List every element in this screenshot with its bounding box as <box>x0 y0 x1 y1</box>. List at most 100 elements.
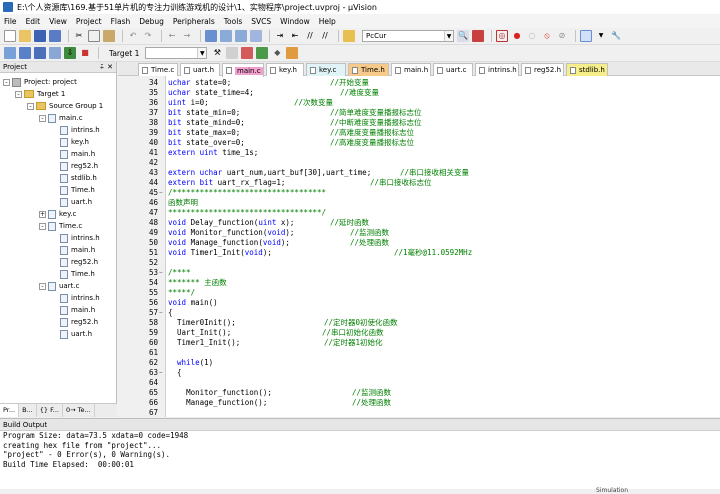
paste-icon[interactable] <box>103 30 115 42</box>
find-combo[interactable]: PcCur ▼ <box>362 30 454 42</box>
fold-toggle-icon[interactable]: − <box>159 368 165 378</box>
tree-item[interactable]: reg52.h <box>51 160 98 172</box>
menu-item-tools[interactable]: Tools <box>224 17 242 26</box>
editor-tab[interactable]: Time.c <box>138 63 178 76</box>
tree-item[interactable]: main.h <box>51 148 95 160</box>
rebuild-icon[interactable] <box>34 47 46 59</box>
menu-item-peripherals[interactable]: Peripherals <box>173 17 215 26</box>
menu-item-file[interactable]: File <box>4 17 17 26</box>
collapse-icon[interactable]: - <box>3 78 10 86</box>
collapse-icon[interactable]: - <box>39 282 46 290</box>
fold-toggle-icon[interactable]: − <box>159 308 165 318</box>
editor-tab[interactable]: stdlib.h <box>566 63 608 76</box>
code-area[interactable]: 34 uchar state=0; //开始变量 35 uchar state_time… <box>118 76 720 417</box>
menu-item-flash[interactable]: Flash <box>111 17 131 26</box>
bookmark-icon[interactable] <box>205 30 217 42</box>
nav-forward-icon[interactable]: → <box>181 30 193 42</box>
menu-item-debug[interactable]: Debug <box>139 17 164 26</box>
editor-tab[interactable]: uart.c <box>433 63 473 76</box>
collapse-icon[interactable]: - <box>15 90 22 98</box>
tree-item[interactable]: - main.c <box>39 112 83 124</box>
copy-icon[interactable] <box>88 30 100 42</box>
expand-icon[interactable]: + <box>39 210 46 218</box>
manage-components-icon[interactable] <box>241 47 254 59</box>
chevron-down-icon[interactable]: ▼ <box>595 30 607 42</box>
menu-item-project[interactable]: Project <box>76 17 102 26</box>
undo-icon[interactable]: ↶ <box>127 30 139 42</box>
cut-icon[interactable]: ✂ <box>73 30 85 42</box>
batch-build-icon[interactable] <box>49 47 61 59</box>
tree-item[interactable]: intrins.h <box>51 232 100 244</box>
breakpoint-clear-icon[interactable]: ⊘ <box>556 30 568 42</box>
menu-item-edit[interactable]: Edit <box>26 17 41 26</box>
bookmark-prev-icon[interactable] <box>220 30 232 42</box>
open-folder-icon[interactable] <box>19 30 31 42</box>
breakpoint-disable-icon[interactable]: ○ <box>526 30 538 42</box>
unindent-icon[interactable]: ⇤ <box>289 30 301 42</box>
tree-item[interactable]: stdlib.h <box>51 172 97 184</box>
window-layout-icon[interactable] <box>580 30 592 42</box>
nav-back-icon[interactable]: ← <box>166 30 178 42</box>
fold-toggle-icon[interactable]: − <box>159 188 165 198</box>
panel-tab[interactable]: {} F... <box>37 404 63 417</box>
target-label[interactable]: Target 1 <box>109 49 139 58</box>
editor-tab[interactable]: Time.h <box>348 63 389 76</box>
select-packs-icon[interactable] <box>256 47 269 59</box>
tree-item[interactable]: key.h <box>51 136 89 148</box>
tree-item[interactable]: - uart.c <box>39 280 79 292</box>
tree-item[interactable]: main.h <box>51 244 95 256</box>
chevron-down-icon[interactable]: ▼ <box>197 48 207 58</box>
debug-start-icon[interactable]: ◎ <box>496 30 508 42</box>
editor-tab[interactable]: key.c <box>306 63 346 76</box>
tree-item[interactable]: - Source Group 1 <box>27 100 103 112</box>
tree-item[interactable]: uart.h <box>51 196 92 208</box>
close-icon[interactable]: ✕ <box>107 63 113 71</box>
panel-tab[interactable]: B... <box>19 404 37 417</box>
tree-item[interactable]: - Project: project <box>3 76 77 88</box>
menu-item-window[interactable]: Window <box>280 17 310 26</box>
compile-icon[interactable] <box>4 47 16 59</box>
menu-item-view[interactable]: View <box>49 17 67 26</box>
tree-item[interactable]: Time.h <box>51 184 95 196</box>
target-combo[interactable]: ▼ <box>145 47 208 59</box>
bookmark-next-icon[interactable] <box>235 30 247 42</box>
download-icon[interactable]: ⇩ <box>64 47 76 59</box>
chevron-down-icon[interactable]: ▼ <box>444 31 453 41</box>
tree-item[interactable]: reg52.h <box>51 316 98 328</box>
uncomment-icon[interactable]: // <box>319 30 331 42</box>
menu-item-svcs[interactable]: SVCS <box>251 17 271 26</box>
panel-tab[interactable]: Pr... <box>0 404 20 417</box>
tree-item[interactable]: intrins.h <box>51 124 100 136</box>
incremental-find-icon[interactable] <box>472 30 484 42</box>
panel-tab[interactable]: 0→ Te... <box>63 404 95 417</box>
tree-item[interactable]: intrins.h <box>51 292 100 304</box>
file-extensions-icon[interactable] <box>226 47 239 59</box>
tree-item[interactable]: + key.c <box>39 208 76 220</box>
breakpoint-kill-icon[interactable]: ⦸ <box>541 30 553 42</box>
indent-icon[interactable]: ⇥ <box>274 30 286 42</box>
build-icon[interactable] <box>19 47 31 59</box>
save-icon[interactable] <box>34 30 46 42</box>
pin-icon[interactable]: ⨤ <box>100 63 104 72</box>
editor-tab[interactable]: key.h <box>266 63 304 76</box>
build-output-log[interactable]: Program Size: data=73.5 xdata=0 code=194… <box>0 431 720 469</box>
editor-tab[interactable]: reg52.h <box>521 63 564 76</box>
collapse-icon[interactable]: - <box>39 222 46 230</box>
find-in-files-icon[interactable] <box>343 30 355 42</box>
configure-icon[interactable]: 🔧 <box>610 30 622 42</box>
target-options-icon[interactable]: ⚒ <box>211 47 223 59</box>
tree-item[interactable]: - Target 1 <box>15 88 65 100</box>
new-file-icon[interactable] <box>4 30 16 42</box>
collapse-icon[interactable]: - <box>39 114 46 122</box>
menu-item-help[interactable]: Help <box>319 17 336 26</box>
tree-item[interactable]: uart.h <box>51 328 92 340</box>
bookmark-clear-icon[interactable] <box>250 30 262 42</box>
tree-item[interactable]: main.h <box>51 304 95 316</box>
tree-item[interactable]: Time.h <box>51 268 95 280</box>
breakpoint-icon[interactable]: ● <box>511 30 523 42</box>
find-icon[interactable]: 🔍 <box>457 30 469 42</box>
fold-toggle-icon[interactable]: − <box>159 268 165 278</box>
editor-tab[interactable]: uart.h <box>180 63 220 76</box>
editor-tab[interactable]: intrins.h <box>475 63 519 76</box>
tree-item[interactable]: - Time.c <box>39 220 82 232</box>
